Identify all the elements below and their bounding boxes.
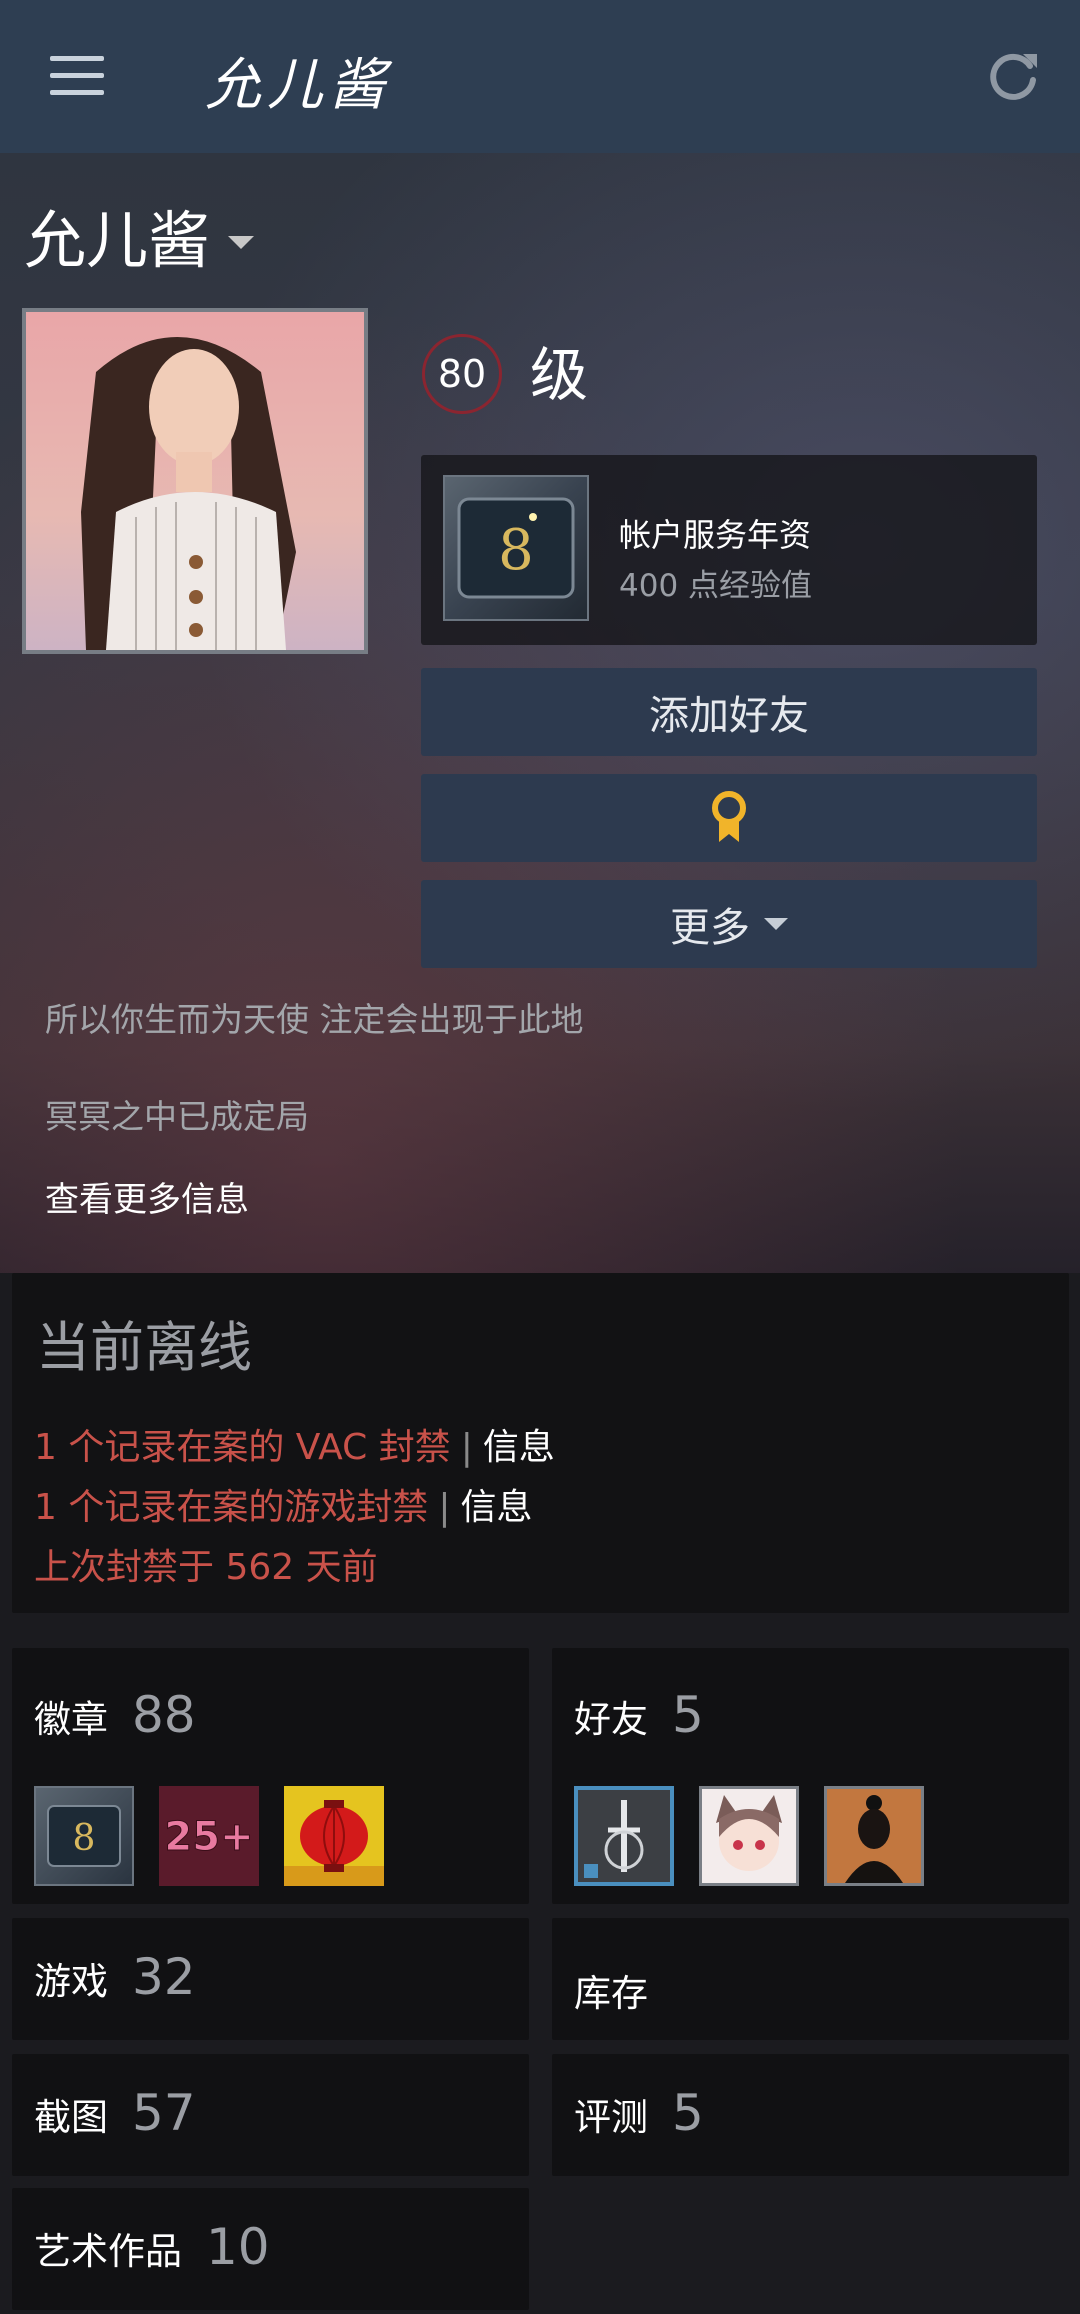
games-label: 游戏: [34, 1960, 108, 2003]
badge-thumb-25plus-text: 25+: [164, 1814, 253, 1860]
caret-down-icon: [228, 235, 255, 249]
menu-icon[interactable]: [50, 56, 104, 96]
more-info-link[interactable]: 查看更多信息: [45, 1172, 249, 1221]
top-app-bar: 允儿酱: [0, 0, 1080, 153]
inventory-label: 库存: [574, 1972, 648, 2015]
profile-name-dropdown[interactable]: 允儿酱: [24, 190, 255, 280]
badge-xp: 400 点经验值: [619, 568, 813, 604]
profile-name: 允儿酱: [24, 204, 211, 277]
vac-ban-line: 1 个记录在案的 VAC 封禁 | 信息: [34, 1418, 555, 1470]
online-status: 当前离线: [36, 1316, 252, 1379]
badge-title: 帐户服务年资: [619, 516, 812, 554]
bio-line-2: 冥冥之中已成定局: [45, 1097, 309, 1136]
separator: |: [438, 1487, 451, 1528]
artwork-label-row: 艺术作品 10: [34, 2218, 270, 2276]
vac-ban-info-link[interactable]: 信息: [483, 1427, 555, 1468]
badges-label-row: 徽章 88: [34, 1686, 196, 1744]
add-friend-button[interactable]: 添加好友: [421, 668, 1037, 756]
friends-tile[interactable]: 好友 5: [552, 1648, 1069, 1904]
artwork-label: 艺术作品: [34, 2230, 182, 2273]
screenshots-label-row: 截图 57: [34, 2084, 196, 2142]
games-count: 32: [132, 1948, 196, 2006]
badge-thumb-years[interactable]: 8: [34, 1786, 134, 1886]
more-button[interactable]: 更多: [421, 880, 1037, 968]
years-of-service-badge-icon: 8: [443, 475, 589, 621]
reviews-label-row: 评测 5: [574, 2084, 704, 2142]
reviews-label: 评测: [574, 2096, 648, 2139]
vac-ban-text: 1 个记录在案的 VAC 封禁: [34, 1427, 451, 1468]
level-ring: 80: [422, 334, 502, 414]
artwork-count: 10: [206, 2218, 270, 2276]
level-label: 级: [530, 341, 589, 409]
games-label-row: 游戏 32: [34, 1948, 196, 2006]
screenshots-tile[interactable]: 截图 57: [12, 2054, 529, 2176]
separator: |: [460, 1427, 473, 1468]
game-ban-text: 1 个记录在案的游戏封禁: [34, 1487, 429, 1528]
last-ban-text: 上次封禁于 562 天前: [34, 1547, 378, 1588]
inventory-tile[interactable]: 库存: [552, 1918, 1069, 2040]
caret-down-icon: [764, 918, 788, 930]
reviews-tile[interactable]: 评测 5: [552, 2054, 1069, 2176]
friend-avatar[interactable]: [574, 1786, 674, 1886]
badges-count: 88: [132, 1686, 196, 1744]
status-panel: 当前离线 1 个记录在案的 VAC 封禁 | 信息 1 个记录在案的游戏封禁 | 信息 …: [12, 1273, 1069, 1613]
reviews-count: 5: [672, 2084, 704, 2142]
games-tile[interactable]: 游戏 32: [12, 1918, 529, 2040]
game-ban-line: 1 个记录在案的游戏封禁 | 信息: [34, 1478, 533, 1530]
friend-avatar[interactable]: [824, 1786, 924, 1886]
refresh-icon[interactable]: [985, 48, 1041, 104]
screenshots-count: 57: [132, 2084, 196, 2142]
award-icon: [712, 791, 746, 842]
app-bar-title: 允儿酱: [205, 53, 391, 118]
friends-label-row: 好友 5: [574, 1686, 704, 1744]
badges-tile[interactable]: 徽章 88 8 25+: [12, 1648, 529, 1904]
friend-avatar[interactable]: [699, 1786, 799, 1886]
lantern-icon: [284, 1800, 384, 1886]
badge-number: 8: [498, 518, 534, 583]
game-ban-info-link[interactable]: 信息: [461, 1487, 533, 1528]
more-label: 更多: [670, 905, 750, 951]
bio-line-1: 所以你生而为天使 注定会出现于此地: [45, 1000, 584, 1039]
friends-label: 好友: [574, 1698, 648, 1741]
screenshots-label: 截图: [34, 2096, 108, 2139]
avatar[interactable]: [22, 308, 368, 654]
friends-count: 5: [672, 1686, 704, 1744]
add-friend-label: 添加好友: [649, 693, 809, 739]
featured-badge[interactable]: 8 帐户服务年资 400 点经验值: [421, 455, 1037, 645]
badge-thumb-number: 8: [73, 1818, 96, 1859]
badge-thumb-lantern[interactable]: [284, 1786, 384, 1886]
award-button[interactable]: [421, 774, 1037, 862]
badge-thumb-25plus[interactable]: 25+: [159, 1786, 259, 1886]
badges-label: 徽章: [34, 1698, 108, 1741]
artwork-tile[interactable]: 艺术作品 10: [12, 2188, 529, 2310]
